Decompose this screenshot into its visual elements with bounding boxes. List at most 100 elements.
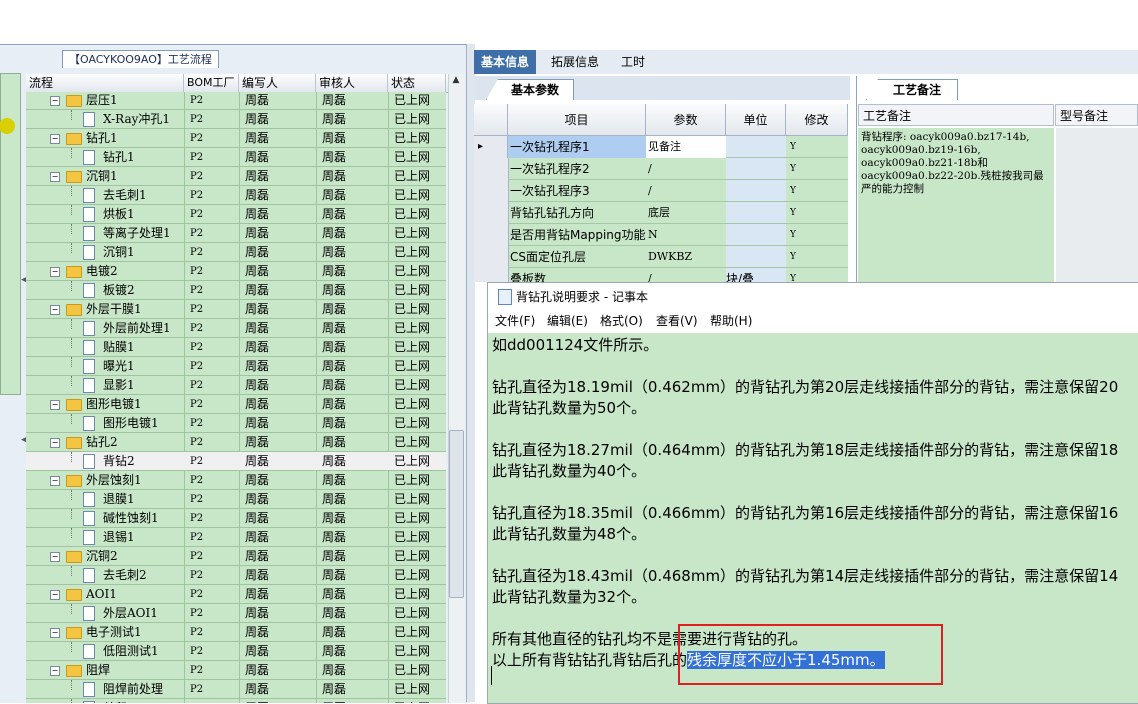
col-header-flow[interactable]: 流程	[26, 74, 184, 92]
tree-row[interactable]: 去毛刺1 P2 周磊 周磊 已上网	[26, 186, 446, 205]
row-selector[interactable]	[474, 268, 509, 282]
tree-row[interactable]: 曝光1 P2 周磊 周磊 已上网	[26, 357, 446, 376]
tree-row[interactable]: 板镀2 P2 周磊 周磊 已上网	[26, 281, 446, 300]
tree-row[interactable]: 沉铜1 P2 周磊 周磊 已上网	[26, 243, 446, 262]
tab-extended-info[interactable]: 拓展信息	[544, 50, 606, 74]
menu-edit[interactable]: 编辑(E)	[547, 311, 588, 331]
tree-row[interactable]: − 图形电镀1 P2 周磊 周磊 已上网	[26, 395, 446, 414]
param-unit[interactable]: 块/叠	[726, 268, 786, 282]
tree-row[interactable]: − 钻孔2 P2 周磊 周磊 已上网	[26, 433, 446, 452]
param-unit[interactable]	[726, 224, 786, 245]
menu-file[interactable]: 文件(F)	[495, 311, 535, 331]
tree-row[interactable]: 显影1 P2 周磊 周磊 已上网	[26, 376, 446, 395]
param-row[interactable]: 一次钻孔程序3 / Y	[474, 180, 848, 202]
tree-row[interactable]: 等离子处理1 P2 周磊 周磊 已上网	[26, 224, 446, 243]
tree-row[interactable]: − 外层干膜1 P2 周磊 周磊 已上网	[26, 300, 446, 319]
param-row[interactable]: 叠板数 / 块/叠 Y	[474, 268, 848, 282]
tree-row[interactable]: 丝印 P2 周磊 周磊 已上网	[26, 699, 446, 703]
param-unit[interactable]	[726, 158, 786, 179]
collapse-node-icon[interactable]: −	[50, 267, 60, 277]
tree-row[interactable]: 图形电镀1 P2 周磊 周磊 已上网	[26, 414, 446, 433]
param-unit[interactable]	[726, 246, 786, 267]
tree-row[interactable]: − 层压1 P2 周磊 周磊 已上网	[26, 92, 446, 110]
tree-row[interactable]: 去毛刺2 P2 周磊 周磊 已上网	[26, 566, 446, 585]
tab-process-notes[interactable]: 工艺备注	[866, 79, 959, 100]
col-header-unit[interactable]: 单位	[726, 104, 786, 136]
tab-work-hours[interactable]: 工时	[614, 50, 652, 74]
notepad-titlebar[interactable]: 背钻孔说明要求 - 记事本	[488, 283, 1138, 311]
param-value[interactable]: N	[646, 224, 726, 246]
tree-row[interactable]: 外层前处理1 P2 周磊 周磊 已上网	[26, 319, 446, 338]
param-unit[interactable]	[726, 202, 786, 223]
tree-row[interactable]: 钻孔1 P2 周磊 周磊 已上网	[26, 148, 446, 167]
col-header-writer[interactable]: 编写人	[239, 74, 316, 92]
tree-row[interactable]: − 沉铜1 P2 周磊 周磊 已上网	[26, 167, 446, 186]
param-unit[interactable]	[726, 136, 786, 157]
tree-row[interactable]: 退膜1 P2 周磊 周磊 已上网	[26, 490, 446, 509]
tree-row[interactable]: 贴膜1 P2 周磊 周磊 已上网	[26, 338, 446, 357]
model-notes-cell[interactable]	[1056, 128, 1138, 284]
tree-row[interactable]: − AOI1 P2 周磊 周磊 已上网	[26, 585, 446, 604]
param-row[interactable]: 背钻孔钻孔方向 底层 Y	[474, 202, 848, 224]
param-value[interactable]: 见备注	[646, 136, 726, 158]
collapse-node-icon[interactable]: −	[50, 628, 60, 638]
param-row[interactable]: 是否用背钻Mapping功能 N Y	[474, 224, 848, 246]
tree-row-label: 背钻2	[103, 454, 135, 468]
param-row[interactable]: 一次钻孔程序2 / Y	[474, 158, 848, 180]
collapse-node-icon[interactable]: −	[50, 590, 60, 600]
param-value[interactable]: /	[646, 268, 726, 282]
row-selector[interactable]: ▸	[474, 136, 508, 158]
param-value[interactable]: 底层	[646, 202, 726, 224]
param-unit[interactable]	[726, 180, 786, 201]
vertical-scrollbar[interactable]	[448, 74, 465, 703]
col-header-item[interactable]: 项目	[508, 104, 646, 136]
collapse-node-icon[interactable]: −	[50, 438, 60, 448]
tree-row[interactable]: 低阻测试1 P2 周磊 周磊 已上网	[26, 642, 446, 661]
menu-format[interactable]: 格式(O)	[600, 311, 643, 331]
menu-view[interactable]: 查看(V)	[656, 311, 698, 331]
col-header-status[interactable]: 状态	[388, 74, 446, 92]
col-header-param[interactable]: 参数	[646, 104, 726, 136]
process-notes-text[interactable]: 背钻程序: oacyk009a0.bz17-14b, oacyk009a0.bz…	[858, 128, 1054, 284]
collapse-node-icon[interactable]: −	[50, 552, 60, 562]
tab-basic-params[interactable]: 基本参数	[486, 79, 575, 100]
tree-row[interactable]: − 外层蚀刻1 P2 周磊 周磊 已上网	[26, 471, 446, 490]
scrollbar-thumb[interactable]	[449, 430, 464, 598]
param-value[interactable]: /	[646, 180, 726, 202]
tree-row[interactable]: X-Ray冲孔1 P2 周磊 周磊 已上网	[26, 110, 446, 129]
tree-row[interactable]: − 钻孔1 P2 周磊 周磊 已上网	[26, 129, 446, 148]
tab-basic-info[interactable]: 基本信息	[474, 50, 537, 74]
menu-help[interactable]: 帮助(H)	[710, 311, 752, 331]
tree-row[interactable]: 外层AOI1 P2 周磊 周磊 已上网	[26, 604, 446, 623]
param-row[interactable]: ▸ 一次钻孔程序1 见备注 Y	[474, 136, 848, 158]
tree-row[interactable]: 碱性蚀刻1 P2 周磊 周磊 已上网	[26, 509, 446, 528]
row-selector[interactable]	[474, 224, 509, 246]
row-selector[interactable]	[474, 158, 509, 180]
collapse-node-icon[interactable]: −	[50, 96, 60, 106]
collapse-node-icon[interactable]: −	[50, 305, 60, 315]
scroll-up-icon[interactable]: ▲	[448, 75, 464, 89]
collapse-node-icon[interactable]: −	[50, 134, 60, 144]
tree-row[interactable]: − 沉铜2 P2 周磊 周磊 已上网	[26, 547, 446, 566]
tree-row[interactable]: − 电子测试1 P2 周磊 周磊 已上网	[26, 623, 446, 642]
collapse-node-icon[interactable]: −	[50, 666, 60, 676]
collapse-node-icon[interactable]: −	[50, 400, 60, 410]
row-selector[interactable]	[474, 246, 509, 268]
tree-row[interactable]: − 阻焊 P2 周磊 周磊 已上网	[26, 661, 446, 680]
tree-row[interactable]: 背钻2 P2 周磊 周磊 已上网	[26, 452, 446, 471]
collapse-node-icon[interactable]: −	[50, 476, 60, 486]
row-selector[interactable]	[474, 180, 509, 202]
collapse-node-icon[interactable]: −	[50, 172, 60, 182]
tree-row[interactable]: 烘板1 P2 周磊 周磊 已上网	[26, 205, 446, 224]
tree-row[interactable]: 阻焊前处理 P2 周磊 周磊 已上网	[26, 680, 446, 699]
col-header-modify[interactable]: 修改	[786, 104, 848, 136]
col-header-bom[interactable]: BOM工厂	[184, 74, 239, 92]
param-row[interactable]: CS面定位孔层 DWKBZ Y	[474, 246, 848, 268]
tree-row[interactable]: − 电镀2 P2 周磊 周磊 已上网	[26, 262, 446, 281]
param-value[interactable]: /	[646, 158, 726, 180]
bom-cell: P2	[190, 399, 204, 410]
param-value[interactable]: DWKBZ	[646, 246, 726, 268]
row-selector[interactable]	[474, 202, 509, 224]
col-header-reviewer[interactable]: 审核人	[316, 74, 388, 92]
tree-row[interactable]: 退锡1 P2 周磊 周磊 已上网	[26, 528, 446, 547]
